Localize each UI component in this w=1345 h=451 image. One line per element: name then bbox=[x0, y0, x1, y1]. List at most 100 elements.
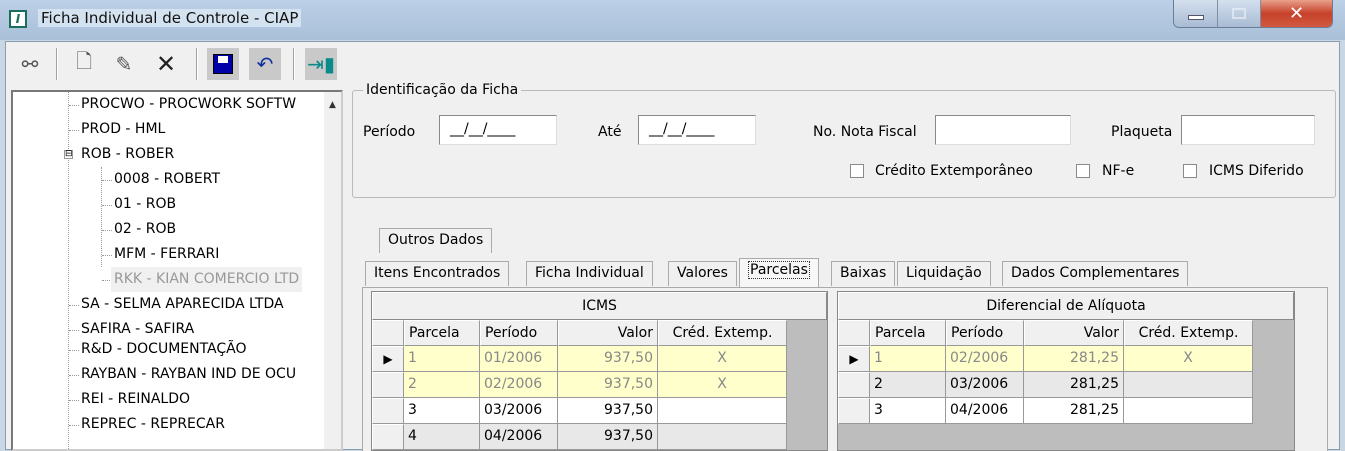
cell-periodo[interactable]: 02/2006 bbox=[946, 346, 1024, 372]
row-indicator bbox=[372, 424, 404, 450]
exit-button[interactable]: ⇥▮ bbox=[305, 48, 337, 80]
table-row[interactable]: 2 02/2006 937,50 X bbox=[372, 372, 827, 398]
table-row[interactable]: ▶ 1 02/2006 281,25 X bbox=[838, 346, 1294, 372]
cell-parcela[interactable]: 1 bbox=[870, 346, 946, 372]
cell-parcela[interactable]: 1 bbox=[404, 346, 480, 372]
icms-grid-title: ICMS bbox=[372, 292, 827, 320]
cell-valor[interactable]: 937,50 bbox=[558, 346, 658, 372]
cell-valor[interactable]: 937,50 bbox=[558, 372, 658, 398]
diferencial-aliquota-grid[interactable]: Diferencial de Alíquota Parcela Período … bbox=[837, 291, 1295, 451]
row-indicator bbox=[838, 372, 870, 398]
company-tree[interactable]: PROCWO - PROCWORK SOFTW PROD - HML ⊟ ROB … bbox=[11, 90, 343, 451]
tree-item-selected[interactable]: RKK - KIAN COMERCIO LTD bbox=[111, 267, 303, 292]
tree-item[interactable]: 0008 - ROBERT bbox=[114, 167, 220, 192]
table-row[interactable]: ▶ 1 01/2006 937,50 X bbox=[372, 346, 827, 372]
cell-cred-extemp[interactable] bbox=[658, 398, 787, 424]
tree-scrollbar[interactable]: ▲ bbox=[324, 92, 341, 449]
cell-valor[interactable]: 937,50 bbox=[558, 424, 658, 450]
tree-item[interactable]: 02 - ROB bbox=[114, 217, 176, 242]
close-button[interactable]: ✕ bbox=[1261, 0, 1332, 27]
cell-cred-extemp[interactable]: X bbox=[658, 346, 787, 372]
search-button[interactable]: ⚯ bbox=[14, 48, 46, 80]
table-row[interactable]: 3 04/2006 281,25 bbox=[838, 398, 1294, 424]
cell-valor[interactable]: 281,25 bbox=[1024, 346, 1124, 372]
tree-item[interactable]: ROB - ROBER bbox=[81, 142, 174, 167]
cell-periodo[interactable]: 04/2006 bbox=[480, 424, 558, 450]
tab-baixas[interactable]: Baixas bbox=[831, 261, 896, 286]
cell-periodo[interactable]: 01/2006 bbox=[480, 346, 558, 372]
tree-item[interactable]: 01 - ROB bbox=[114, 192, 176, 217]
minimize-button[interactable] bbox=[1174, 0, 1218, 27]
cell-parcela[interactable]: 2 bbox=[404, 372, 480, 398]
tab-liquidacao[interactable]: Liquidação bbox=[897, 261, 991, 286]
col-parcela[interactable]: Parcela bbox=[404, 320, 480, 346]
tree-item[interactable]: REPREC - REPRECAR bbox=[81, 412, 225, 437]
tree-item[interactable]: MFM - FERRARI bbox=[114, 242, 219, 267]
cell-parcela[interactable]: 2 bbox=[870, 372, 946, 398]
edit-icon: ✎ bbox=[115, 52, 133, 76]
cell-cred-extemp[interactable]: X bbox=[658, 372, 787, 398]
cell-cred-extemp[interactable] bbox=[1124, 372, 1253, 398]
tab-parcelas[interactable]: Parcelas bbox=[739, 258, 819, 287]
cell-parcela[interactable]: 3 bbox=[870, 398, 946, 424]
plaqueta-label: Plaqueta bbox=[1111, 124, 1173, 140]
cell-valor[interactable]: 281,25 bbox=[1024, 398, 1124, 424]
col-cred-extemp[interactable]: Créd. Extemp. bbox=[1124, 320, 1253, 346]
credito-extemporaneo-checkbox[interactable] bbox=[850, 164, 864, 178]
save-button[interactable] bbox=[207, 48, 239, 80]
col-valor[interactable]: Valor bbox=[558, 320, 658, 346]
cell-periodo[interactable]: 03/2006 bbox=[946, 372, 1024, 398]
current-row-icon: ▶ bbox=[372, 346, 404, 372]
tab-itens-encontrados[interactable]: Itens Encontrados bbox=[365, 261, 510, 286]
scroll-up-icon[interactable]: ▲ bbox=[324, 92, 341, 110]
tab-ficha-individual[interactable]: Ficha Individual bbox=[526, 261, 653, 286]
cell-periodo[interactable]: 04/2006 bbox=[946, 398, 1024, 424]
ate-input[interactable]: __/__/____ bbox=[638, 115, 756, 145]
tree-item[interactable]: PROCWO - PROCWORK SOFTW bbox=[81, 92, 296, 117]
icms-grid[interactable]: ICMS Parcela Período Valor Créd. Extemp.… bbox=[371, 291, 828, 451]
table-row[interactable]: 2 03/2006 281,25 bbox=[838, 372, 1294, 398]
col-cred-extemp[interactable]: Créd. Extemp. bbox=[658, 320, 787, 346]
tree-item[interactable]: SA - SELMA APARECIDA LTDA bbox=[81, 292, 284, 317]
cell-parcela[interactable]: 3 bbox=[404, 398, 480, 424]
col-valor[interactable]: Valor bbox=[1024, 320, 1124, 346]
cell-cred-extemp[interactable]: X bbox=[1124, 346, 1253, 372]
nota-fiscal-input[interactable] bbox=[935, 115, 1071, 145]
tree-item[interactable]: PROD - HML bbox=[81, 117, 165, 142]
table-row[interactable]: 4 04/2006 937,50 bbox=[372, 424, 827, 450]
tree-item[interactable]: R&D - DOCUMENTAÇÃO bbox=[81, 337, 247, 362]
icms-diferido-checkbox[interactable] bbox=[1183, 164, 1197, 178]
cell-cred-extemp[interactable] bbox=[1124, 398, 1253, 424]
collapse-icon[interactable]: ⊟ bbox=[64, 150, 73, 159]
new-button[interactable]: 🗋 bbox=[68, 48, 100, 80]
tab-valores[interactable]: Valores bbox=[668, 261, 737, 286]
group-legend: Identificação da Ficha bbox=[363, 82, 522, 98]
edit-button[interactable]: ✎ bbox=[108, 48, 140, 80]
cell-valor[interactable]: 281,25 bbox=[1024, 372, 1124, 398]
undo-button[interactable]: ↶ bbox=[249, 48, 281, 80]
periodo-input[interactable]: __/__/____ bbox=[439, 115, 557, 145]
table-row[interactable]: 3 03/2006 937,50 bbox=[372, 398, 827, 424]
dif-grid-title: Diferencial de Alíquota bbox=[838, 292, 1294, 320]
title-bar[interactable]: I Ficha Individual de Controle - CIAP ✕ bbox=[0, 0, 1345, 40]
tab-dados-complementares[interactable]: Dados Complementares bbox=[1002, 261, 1189, 286]
plaqueta-input[interactable] bbox=[1181, 115, 1315, 145]
maximize-button[interactable] bbox=[1218, 0, 1261, 27]
col-periodo[interactable]: Período bbox=[946, 320, 1024, 346]
tree-item[interactable]: REI - REINALDO bbox=[81, 387, 190, 412]
col-parcela[interactable]: Parcela bbox=[870, 320, 946, 346]
col-periodo[interactable]: Período bbox=[480, 320, 558, 346]
cell-periodo[interactable]: 03/2006 bbox=[480, 398, 558, 424]
toolbar: ⚯ 🗋 ✎ ✕ ↶ ⇥▮ bbox=[6, 42, 1339, 86]
main-window: ⚯ 🗋 ✎ ✕ ↶ ⇥▮ PROCWO - PROCWORK SOFTW PRO… bbox=[5, 41, 1340, 451]
cell-cred-extemp[interactable] bbox=[658, 424, 787, 450]
cell-valor[interactable]: 937,50 bbox=[558, 398, 658, 424]
cell-parcela[interactable]: 4 bbox=[404, 424, 480, 450]
tab-outros-dados[interactable]: Outros Dados bbox=[379, 228, 493, 253]
nfe-checkbox[interactable] bbox=[1076, 164, 1090, 178]
toolbar-separator bbox=[196, 48, 198, 80]
delete-button[interactable]: ✕ bbox=[150, 48, 182, 80]
row-indicator bbox=[372, 398, 404, 424]
tree-item[interactable]: RAYBAN - RAYBAN IND DE OCU bbox=[81, 362, 296, 387]
cell-periodo[interactable]: 02/2006 bbox=[480, 372, 558, 398]
